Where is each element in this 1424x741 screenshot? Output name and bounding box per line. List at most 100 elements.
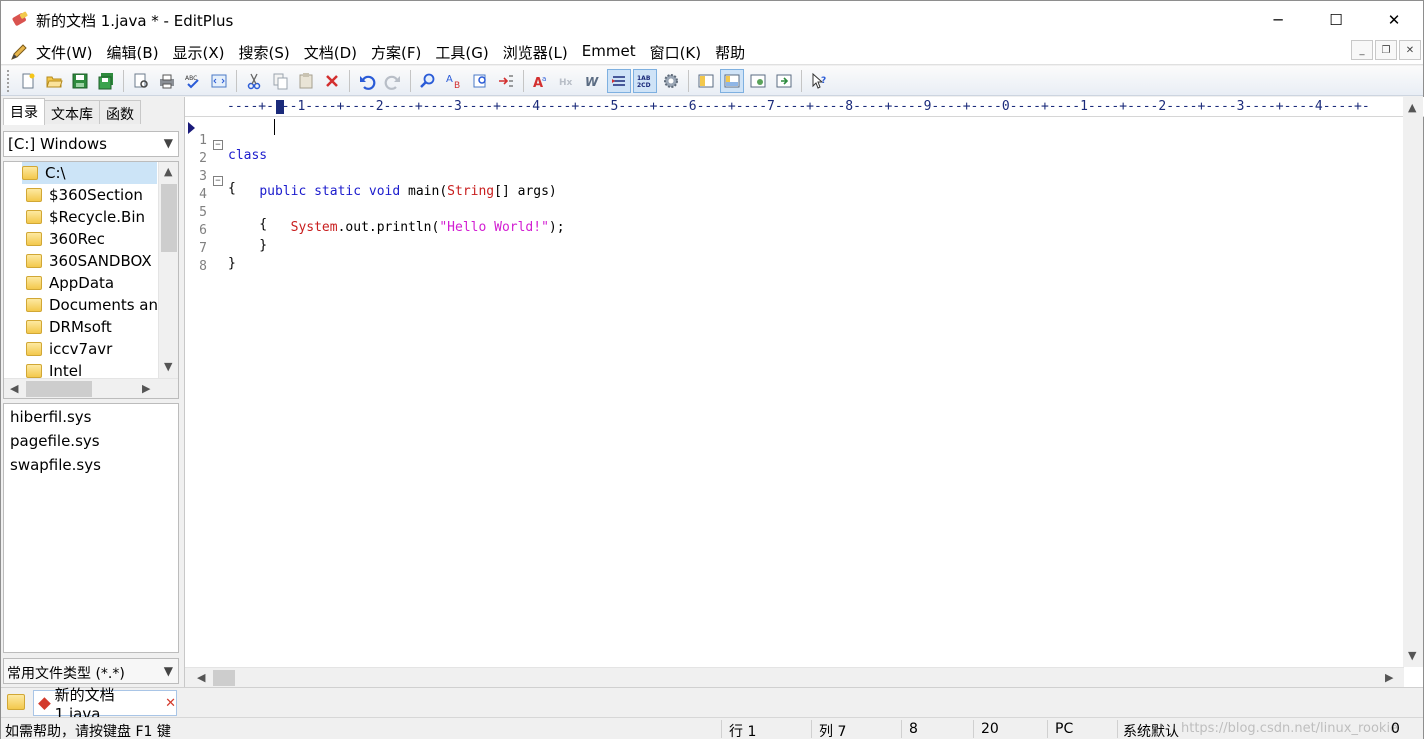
file-item[interactable]: pagefile.sys bbox=[4, 432, 178, 456]
menu-tools[interactable]: 工具(G) bbox=[435, 42, 495, 63]
menu-project[interactable]: 方案(F) bbox=[371, 42, 428, 63]
status-divider bbox=[721, 720, 722, 738]
scroll-down-icon[interactable]: ▼ bbox=[164, 360, 172, 373]
folder-tree[interactable]: C:\ $360Section $Recycle.Bin 360Rec 360S… bbox=[3, 161, 179, 399]
menu-view[interactable]: 显示(X) bbox=[173, 42, 232, 63]
tree-item[interactable]: 360SANDBOX bbox=[26, 250, 152, 272]
code-line[interactable]: 2 − { bbox=[185, 136, 248, 196]
tree-item[interactable]: 360Rec bbox=[26, 228, 105, 250]
browser-window-icon[interactable] bbox=[772, 69, 796, 93]
editor-vertical-scrollbar[interactable]: ▲ ▼ bbox=[1403, 97, 1423, 667]
tab-cliptext[interactable]: 文本库 bbox=[44, 100, 100, 124]
fold-collapse-icon[interactable]: − bbox=[213, 176, 223, 186]
settings-gear-icon[interactable] bbox=[659, 69, 683, 93]
output-window-icon[interactable] bbox=[720, 68, 744, 93]
fold-collapse-icon[interactable]: − bbox=[213, 140, 223, 150]
status-encoding[interactable]: 系统默认 bbox=[1123, 721, 1179, 741]
cliptext-window-icon[interactable] bbox=[746, 69, 770, 93]
menu-browser[interactable]: 浏览器(L) bbox=[503, 42, 575, 63]
scroll-left-icon[interactable]: ◀ bbox=[10, 382, 18, 395]
line-numbers-toggle-icon[interactable] bbox=[607, 68, 631, 93]
scroll-down-icon[interactable]: ▼ bbox=[1408, 649, 1416, 662]
code-line[interactable]: 6 } bbox=[185, 208, 267, 253]
file-type-filter-select[interactable]: 常用文件类型 (*.*) ▼ bbox=[3, 658, 179, 684]
find-in-files-icon[interactable] bbox=[468, 69, 492, 93]
copy-icon[interactable] bbox=[268, 69, 292, 93]
file-item[interactable]: hiberfil.sys bbox=[4, 408, 178, 432]
tree-item[interactable]: Documents an bbox=[26, 294, 158, 316]
menu-emmet[interactable]: Emmet bbox=[582, 42, 643, 63]
tree-item[interactable]: iccv7avr bbox=[26, 338, 112, 360]
code-line[interactable]: 8 bbox=[185, 244, 248, 274]
print-preview-icon[interactable] bbox=[129, 69, 153, 93]
code-text: System.out.println("Hello World!"); bbox=[290, 220, 565, 235]
open-file-icon[interactable] bbox=[42, 69, 66, 93]
minimize-button[interactable]: ─ bbox=[1249, 1, 1307, 38]
code-line[interactable]: 7 } bbox=[185, 226, 248, 271]
find-icon[interactable] bbox=[416, 69, 440, 93]
menu-search[interactable]: 搜索(S) bbox=[239, 42, 297, 63]
folder-icon bbox=[26, 276, 42, 290]
drive-select[interactable]: [C:] Windows ▼ bbox=[3, 131, 179, 157]
undo-icon[interactable] bbox=[355, 69, 379, 93]
tree-item[interactable]: DRMsoft bbox=[26, 316, 112, 338]
code-editor[interactable]: ----+----1----+----2----+----3----+----4… bbox=[184, 97, 1424, 687]
tree-item[interactable]: AppData bbox=[26, 272, 114, 294]
document-tab[interactable]: 新的文档 1.java ✕ bbox=[33, 686, 177, 723]
mdi-restore-button[interactable]: ❐ bbox=[1375, 40, 1397, 60]
tab-directory[interactable]: 目录 bbox=[3, 98, 45, 125]
paste-icon[interactable] bbox=[294, 69, 318, 93]
font-icon[interactable]: Aa bbox=[529, 69, 553, 93]
code-line[interactable]: 3 public static void main(String[] args) bbox=[185, 154, 557, 199]
new-file-icon[interactable] bbox=[16, 69, 40, 93]
maximize-button[interactable]: ☐ bbox=[1307, 1, 1365, 38]
ruler-toggle-icon[interactable]: 1AB 2CD bbox=[633, 68, 657, 93]
menu-bar: 文件(W) 编辑(B) 显示(X) 搜索(S) 文档(D) 方案(F) 工具(G… bbox=[1, 38, 1423, 65]
hex-icon[interactable]: Hx bbox=[555, 69, 579, 93]
print-icon[interactable] bbox=[155, 69, 179, 93]
save-icon[interactable] bbox=[68, 69, 92, 93]
scroll-left-icon[interactable]: ◀ bbox=[197, 671, 205, 684]
tree-item[interactable]: $360Section bbox=[26, 184, 143, 206]
tree-item[interactable]: $Recycle.Bin bbox=[26, 206, 145, 228]
html-preview-icon[interactable] bbox=[207, 69, 231, 93]
context-help-icon[interactable]: ? bbox=[807, 69, 831, 93]
menu-window[interactable]: 窗口(K) bbox=[650, 42, 709, 63]
editor-horizontal-scrollbar[interactable]: ◀ ▶ bbox=[185, 667, 1404, 687]
mdi-minimize-button[interactable]: _ bbox=[1351, 40, 1373, 60]
toolbar-grip[interactable] bbox=[7, 69, 11, 92]
scroll-right-icon[interactable]: ▶ bbox=[142, 382, 150, 395]
scrollbar-thumb[interactable] bbox=[213, 670, 235, 686]
spell-check-icon[interactable]: ABC bbox=[181, 69, 205, 93]
delete-icon[interactable] bbox=[320, 69, 344, 93]
cut-icon[interactable] bbox=[242, 69, 266, 93]
code-line[interactable]: 4 − { bbox=[185, 172, 267, 232]
word-wrap-icon[interactable]: W bbox=[581, 69, 605, 93]
scrollbar-thumb[interactable] bbox=[26, 381, 92, 397]
folder-icon[interactable] bbox=[7, 694, 25, 710]
scroll-right-icon[interactable]: ▶ bbox=[1385, 671, 1393, 684]
menu-edit[interactable]: 编辑(B) bbox=[107, 42, 166, 63]
tree-horizontal-scrollbar[interactable]: ◀ ▶ bbox=[4, 378, 178, 398]
code-line[interactable]: 5 System.out.println("Hello World!"); bbox=[185, 190, 564, 235]
menu-help[interactable]: 帮助 bbox=[715, 42, 752, 63]
tab-functions[interactable]: 函数 bbox=[99, 100, 141, 124]
code-line[interactable]: 1 class bbox=[185, 118, 267, 163]
save-all-icon[interactable] bbox=[94, 69, 118, 93]
file-item[interactable]: swapfile.sys bbox=[4, 456, 178, 480]
close-tab-icon[interactable]: ✕ bbox=[165, 696, 176, 711]
tree-vertical-scrollbar[interactable]: ▲ ▼ bbox=[158, 162, 178, 378]
mdi-close-button[interactable]: ✕ bbox=[1399, 40, 1421, 60]
tree-item-root[interactable]: C:\ bbox=[22, 162, 157, 184]
status-line-ending[interactable]: PC bbox=[1055, 721, 1073, 737]
directory-window-icon[interactable] bbox=[694, 69, 718, 93]
scroll-up-icon[interactable]: ▲ bbox=[164, 165, 172, 178]
scrollbar-thumb[interactable] bbox=[161, 184, 177, 252]
menu-file[interactable]: 文件(W) bbox=[36, 42, 100, 63]
scroll-up-icon[interactable]: ▲ bbox=[1408, 101, 1416, 114]
goto-icon[interactable] bbox=[494, 69, 518, 93]
redo-icon[interactable] bbox=[381, 69, 405, 93]
menu-document[interactable]: 文档(D) bbox=[304, 42, 364, 63]
replace-icon[interactable]: AB bbox=[442, 69, 466, 93]
close-button[interactable]: ✕ bbox=[1365, 1, 1423, 38]
